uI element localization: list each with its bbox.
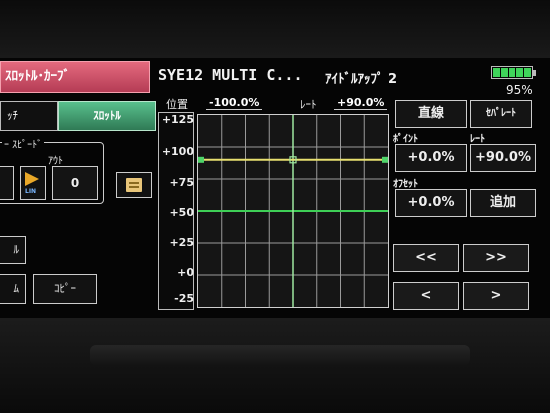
- rate-header-value: +90.0%: [334, 96, 388, 110]
- mix-button[interactable]: ﾙ: [0, 236, 26, 264]
- battery-cell: [516, 68, 524, 77]
- battery-cell: [524, 68, 531, 77]
- arrow-right-icon: [25, 172, 39, 186]
- offset-value-button[interactable]: +0.0%: [395, 189, 467, 217]
- rate-value-button[interactable]: +90.0%: [470, 144, 536, 172]
- curve-point: [198, 156, 204, 163]
- memo-button[interactable]: [116, 172, 152, 198]
- y-tick-label: +0: [177, 266, 194, 279]
- curve-chart: [198, 115, 388, 307]
- copy-button[interactable]: ｺﾋﾟｰ: [33, 274, 97, 304]
- rate-header-label: ﾚｰﾄ: [300, 98, 317, 111]
- add-point-button[interactable]: 追加: [470, 189, 536, 217]
- speed-out-button[interactable]: 0: [52, 166, 98, 200]
- rate-label: ﾚｰﾄ: [470, 134, 485, 145]
- document-icon: [126, 178, 142, 192]
- model-name: SYE12 MULTI C...: [158, 66, 303, 84]
- next-point-button[interactable]: >: [463, 282, 529, 310]
- battery-icon: [491, 66, 533, 79]
- y-tick-label: -25: [174, 292, 194, 305]
- curve-graph[interactable]: [197, 114, 389, 308]
- y-tick-label: +50: [169, 206, 194, 219]
- battery-percent: 95%: [506, 83, 533, 97]
- curve-point: [382, 156, 388, 163]
- point-value-button[interactable]: +0.0%: [395, 144, 467, 172]
- device-bezel-top: [0, 0, 550, 58]
- channel-button[interactable]: ﾑ: [0, 274, 26, 304]
- battery-cell: [493, 68, 500, 77]
- separate-button[interactable]: ｾﾊﾟﾚｰﾄ: [470, 100, 532, 128]
- position-value: -100.0%: [206, 96, 263, 110]
- offset-label: ｵﾌｾｯﾄ: [393, 179, 418, 190]
- speed-label: ｰ ｽﾋﾟｰﾄﾞ: [2, 136, 45, 151]
- tab-switch[interactable]: ｯﾁ: [0, 101, 58, 131]
- linear-button[interactable]: 直線: [395, 100, 467, 128]
- screen-title[interactable]: ｽﾛｯﾄﾙ･ｶｰﾌﾞ: [0, 61, 150, 93]
- condition-name: ｱｲﾄﾞﾙｱｯﾌﾟ 2: [325, 72, 398, 87]
- y-tick-label: +125: [161, 113, 194, 126]
- position-label: 位置: [166, 98, 188, 111]
- device-bezel-bottom: [0, 318, 550, 413]
- out-label: ｱｳﾄ: [48, 156, 63, 167]
- y-tick-label: +75: [169, 176, 194, 189]
- battery-cap: [533, 70, 536, 76]
- device-ridge: [90, 345, 470, 365]
- y-tick-label: +100: [161, 145, 194, 158]
- point-label: ﾎﾟｲﾝﾄ: [393, 134, 418, 145]
- speed-mode-button[interactable]: LIN: [20, 166, 46, 200]
- y-tick-label: +25: [169, 236, 194, 249]
- jump-prev-button[interactable]: <<: [393, 244, 459, 272]
- battery-cell: [500, 68, 508, 77]
- lin-label: LIN: [25, 188, 37, 195]
- battery-cell: [508, 68, 516, 77]
- speed-in-button[interactable]: [0, 166, 14, 200]
- jump-next-button[interactable]: >>: [463, 244, 529, 272]
- prev-point-button[interactable]: <: [393, 282, 459, 310]
- tab-throttle[interactable]: ｽﾛｯﾄﾙ: [58, 101, 156, 131]
